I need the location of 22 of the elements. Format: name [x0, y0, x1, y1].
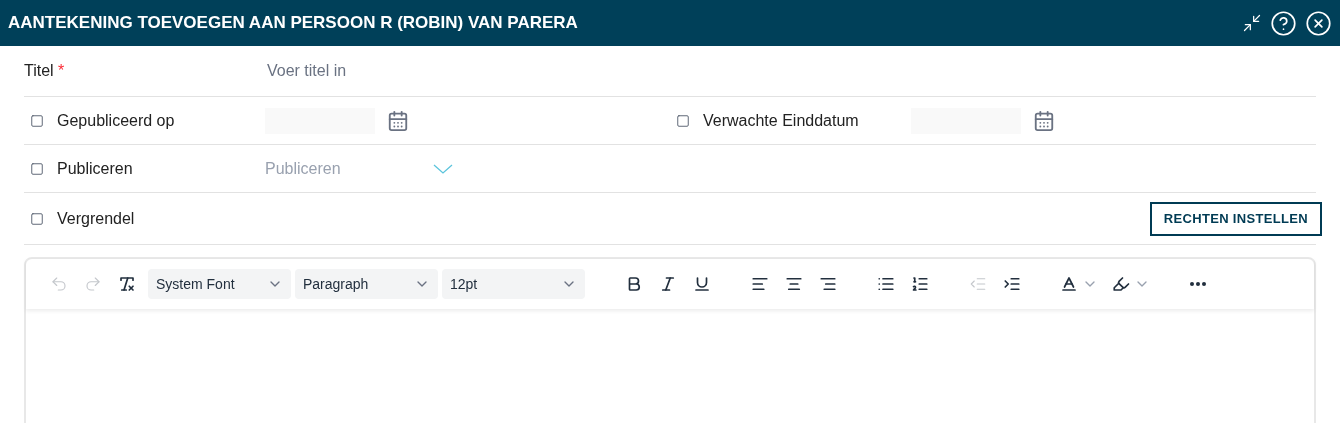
title-input[interactable]: Voer titel in	[267, 59, 1316, 83]
checkbox[interactable]	[676, 113, 690, 128]
close-icon[interactable]	[1305, 9, 1332, 37]
calendar-icon[interactable]	[1033, 109, 1055, 132]
field-label: Publiceren	[57, 158, 134, 179]
toolbar-dropdown[interactable]: 12pt	[442, 269, 585, 299]
field-label: Vergrendel	[57, 208, 136, 229]
toolbar-dropdown[interactable]: Paragraph	[295, 269, 438, 299]
minimize-icon[interactable]	[1242, 13, 1262, 33]
rights-button[interactable]: RECHTEN INSTELLEN	[1149, 201, 1322, 236]
help-icon[interactable]	[1270, 9, 1297, 37]
checkbox[interactable]	[30, 211, 44, 226]
chevron-down-icon	[433, 163, 453, 174]
checkbox[interactable]	[30, 161, 44, 176]
field-label: Verwachte Einddatum	[703, 110, 860, 131]
field-label: Titel *	[24, 61, 66, 81]
window-title: AANTEKENING TOEVOEGEN AAN PERSOON R (ROBIN) VAN PARERA	[8, 12, 579, 35]
checkbox[interactable]	[30, 113, 44, 128]
toolbar-dropdown[interactable]: System Font	[148, 269, 291, 299]
editor[interactable]: System Font Paragraph 12pt	[24, 257, 1316, 423]
calendar-icon[interactable]	[387, 109, 409, 132]
field-label: Gepubliceerd op	[57, 110, 176, 131]
